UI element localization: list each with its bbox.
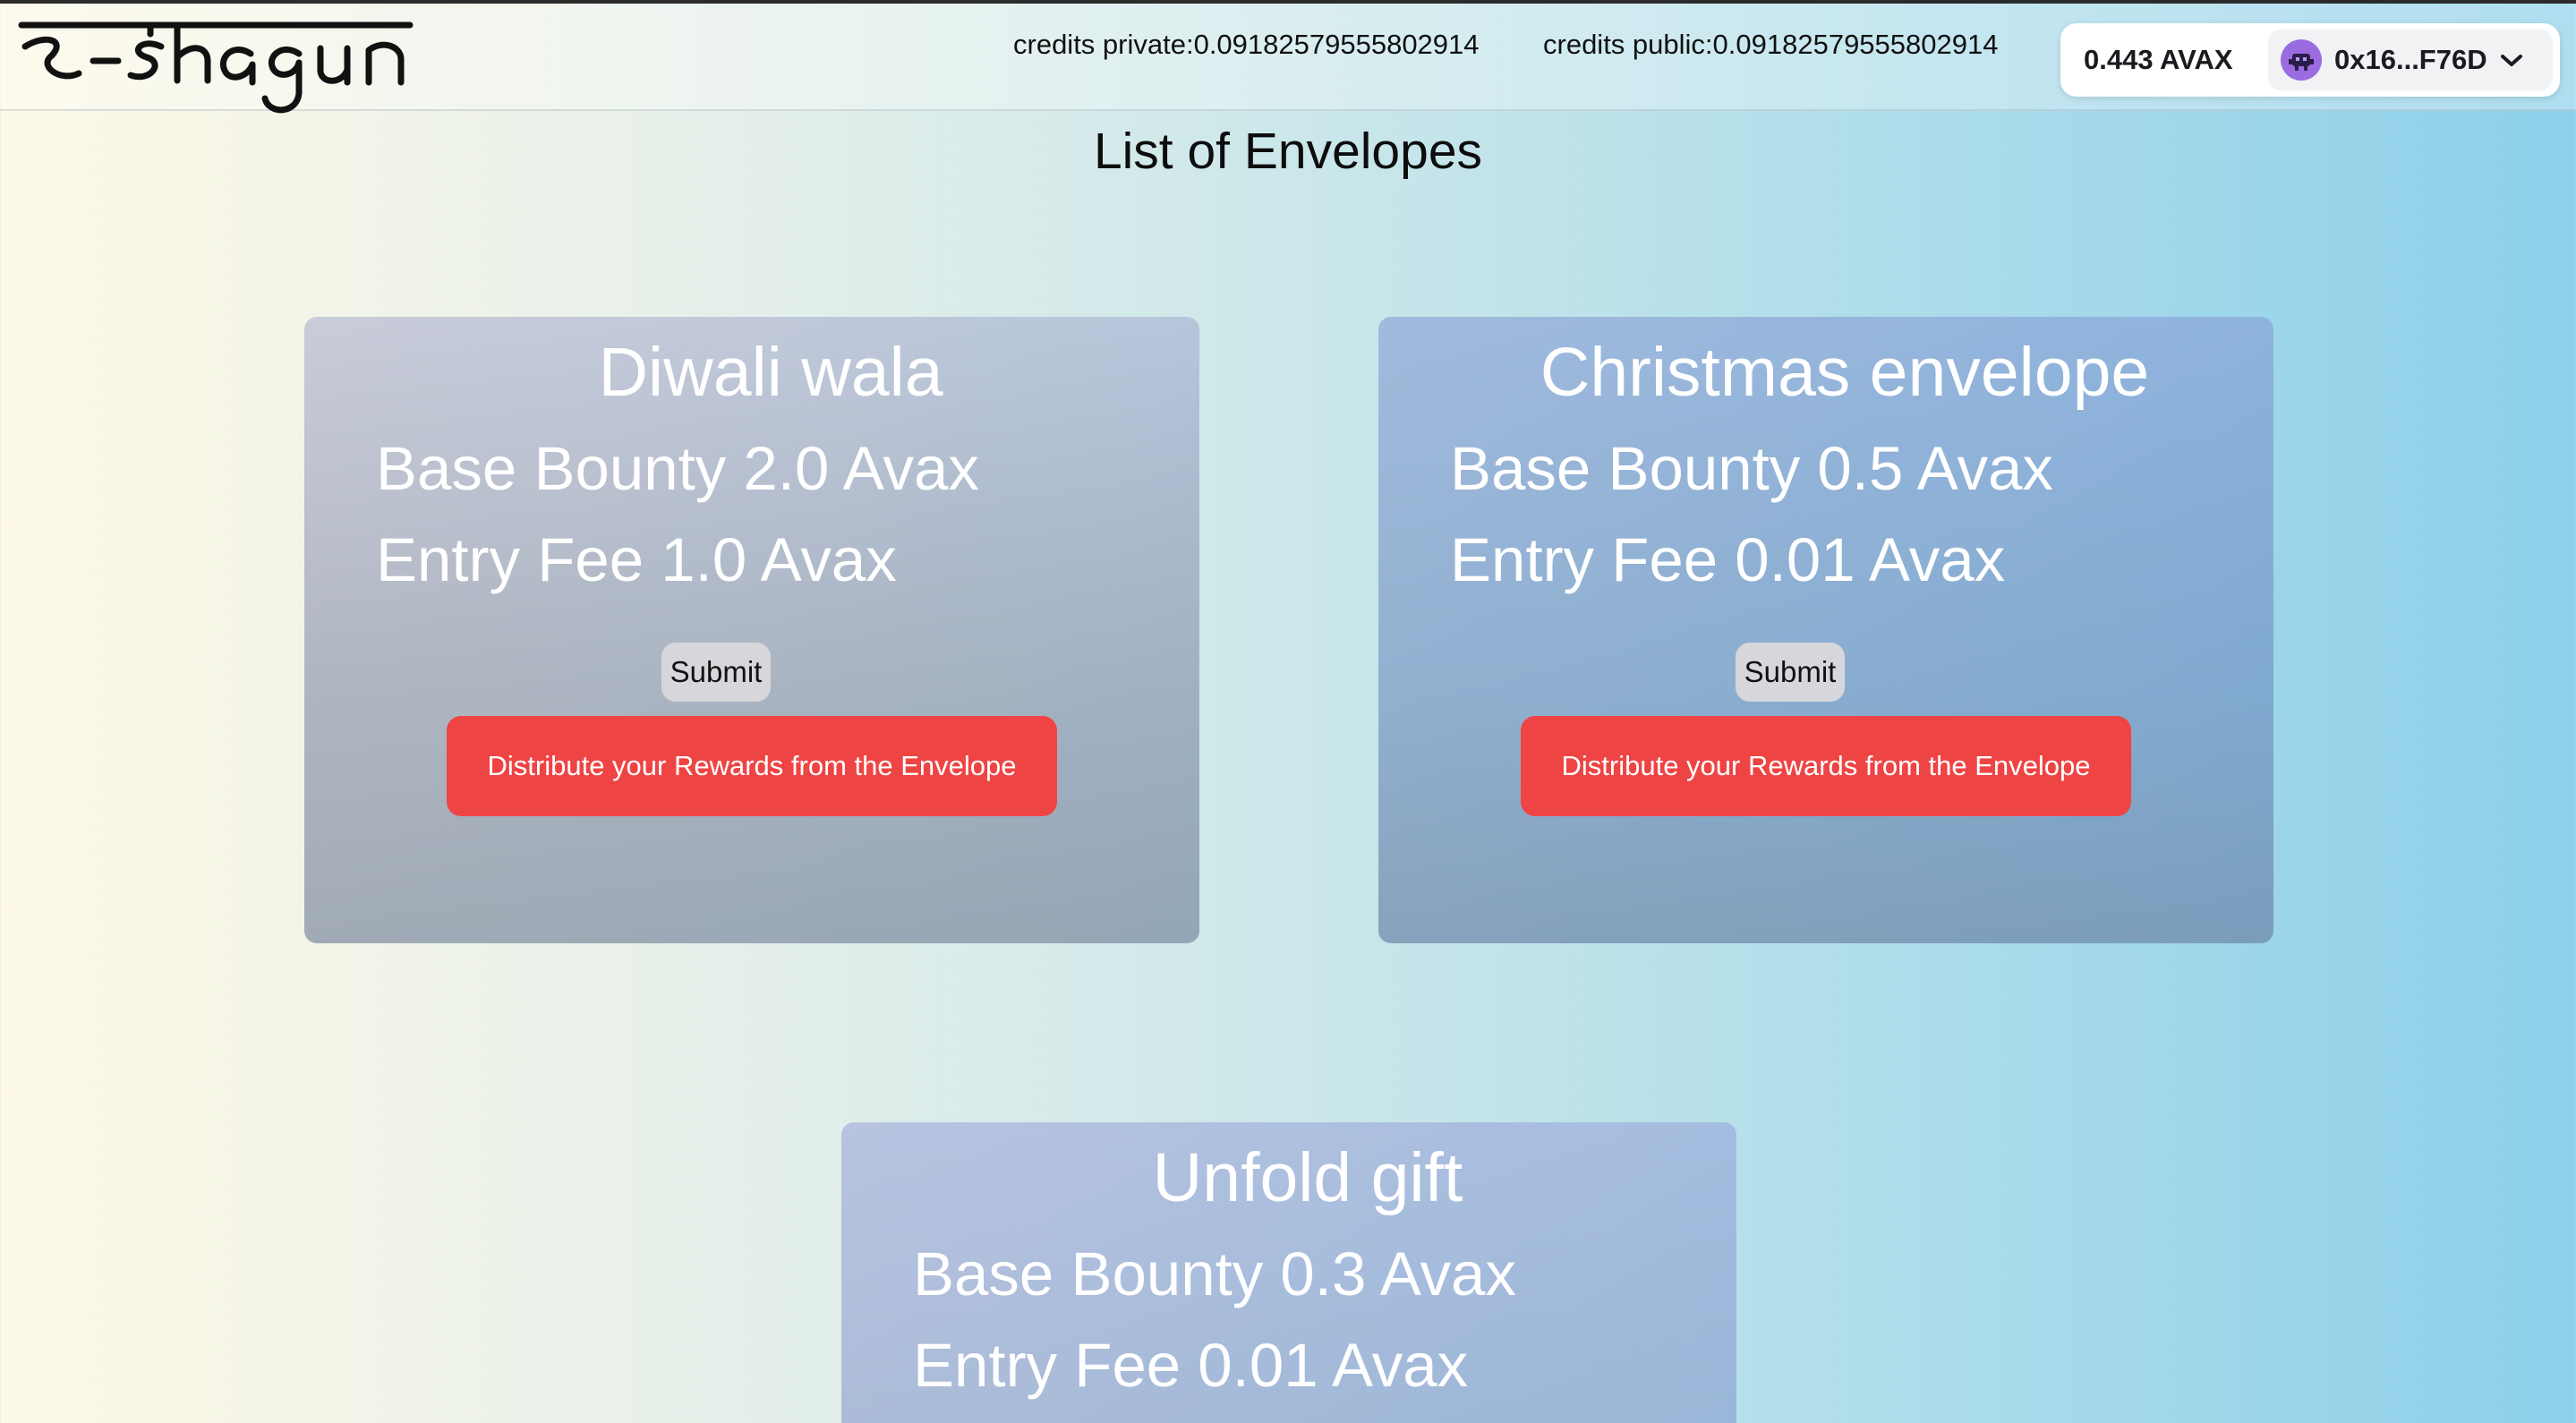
envelope-entry-fee: Entry Fee 0.01 Avax: [1450, 525, 2006, 594]
account-button[interactable]: 0x16...F76D: [2268, 30, 2553, 90]
e-shagun-logo[interactable]: [16, 7, 419, 120]
submit-button[interactable]: Submit: [1736, 643, 1845, 702]
envelope-title: Unfold gift: [1152, 1139, 1463, 1216]
chevron-down-icon: [2500, 55, 2522, 66]
alien-monster-icon: [2281, 39, 2322, 81]
envelope-base-bounty: Base Bounty 2.0 Avax: [376, 434, 979, 503]
credits-private: credits private:0.09182579555802914: [1013, 29, 1480, 60]
distribute-rewards-button[interactable]: Distribute your Rewards from the Envelop…: [1521, 716, 2131, 816]
envelope-entry-fee: Entry Fee 0.01 Avax: [913, 1331, 1469, 1400]
envelope-card: Diwali wala Base Bounty 2.0 Avax Entry F…: [304, 317, 1199, 943]
envelope-entry-fee: Entry Fee 1.0 Avax: [376, 525, 897, 594]
wallet-address: 0x16...F76D: [2334, 44, 2487, 75]
envelope-base-bounty: Base Bounty 0.5 Avax: [1450, 434, 2053, 503]
wallet-connect-widget: 0.443 AVAX 0x16...F76D: [2060, 23, 2560, 97]
distribute-rewards-button[interactable]: Distribute your Rewards from the Envelop…: [447, 716, 1057, 816]
page-title: List of Envelopes: [1093, 123, 1483, 180]
envelope-title: Diwali wala: [598, 334, 943, 411]
app-header: credits private:0.09182579555802914 cred…: [0, 4, 2576, 114]
submit-button[interactable]: Submit: [661, 643, 771, 702]
envelope-card: Unfold gift Base Bounty 0.3 Avax Entry F…: [841, 1122, 1736, 1423]
wallet-balance[interactable]: 0.443 AVAX: [2084, 44, 2233, 76]
envelope-card: Christmas envelope Base Bounty 0.5 Avax …: [1378, 317, 2273, 943]
envelope-title: Christmas envelope: [1540, 334, 2150, 411]
envelope-base-bounty: Base Bounty 0.3 Avax: [913, 1240, 1516, 1308]
credits-public: credits public:0.09182579555802914: [1543, 29, 1999, 60]
